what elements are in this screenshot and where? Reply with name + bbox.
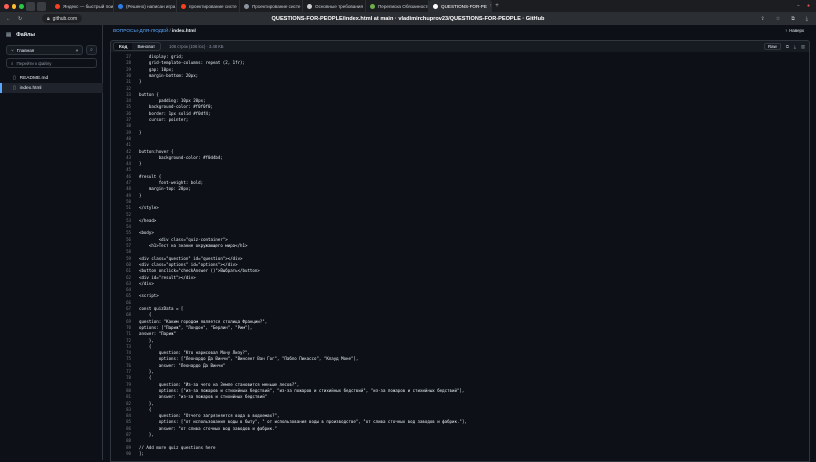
browser-tab-title: (Решено) написан игра [126,3,176,9]
code-line: }, [139,432,154,437]
browser-tab[interactable]: QUESTIONS-FOR-PE× [429,0,492,12]
file-actions: Raw ⧉ ⤓ ▥ [763,43,809,50]
file-info: 106 строк (106 loc) · 3.48 КБ [169,44,224,49]
code-line: ]; [139,450,144,456]
tab-blame[interactable]: Виноват [132,43,160,50]
branch-selector[interactable]: ⑂ Главная ▼ [6,45,83,55]
maximize-window-button[interactable] [19,3,25,9]
file-tree-item[interactable]: ▯ README.md [0,73,103,83]
breadcrumb-repo-link[interactable]: ВОПРОСЫ-ДЛЯ-ЛЮДЕЙ [113,29,169,34]
code-line: } [139,79,142,85]
line-number[interactable]: 90 [111,451,131,457]
code-line: </div> [139,280,154,286]
sidebar-title: Файлы [16,31,36,38]
breadcrumb: ВОПРОСЫ-ДЛЯ-ЛЮДЕЙ/index.html [113,29,196,34]
close-window-button[interactable] [4,3,9,9]
favicon-icon [307,3,312,9]
browser-tab-title: Яндекс — быстрый поиск [63,3,114,9]
file-icon: ▯ [13,75,16,81]
arrow-up-icon: ↑ [785,28,788,33]
breadcrumb-file: index.html [171,29,196,34]
search-icon: ⌕ [11,60,14,66]
code-line: margin-bottom: 20px; [139,72,199,78]
tab-list: Яндекс — быстрый поиск (Решено) написан и… [51,0,492,12]
browser-tab[interactable]: Перепиcка Обязанности [366,0,429,12]
collapse-sidebar-icon[interactable]: ▤ [6,32,11,38]
download-icon[interactable]: ⤓ [794,44,796,49]
go-to-file-placeholder: Перейти к файлу [16,60,52,66]
minimize-window-button[interactable] [11,3,17,9]
symbols-panel-icon[interactable]: ▥ [801,44,805,50]
file-name: README.md [19,75,49,81]
browser-tab-title: проектирование систе [189,3,237,9]
browser-tab-title: QUESTIONS-FOR-PE [441,3,487,9]
file-list: ▯ README.md ▯ index.html [0,73,103,93]
view-switcher: Код Виноват [113,42,162,51]
sidebar-header: ▤ Файлы [0,25,102,44]
browser-tab-title: Основные требования [315,3,363,9]
window-actions: − ● [797,3,816,9]
code-line: </style> [139,205,159,211]
back-to-top-label: Наверх [789,28,805,33]
favicon-icon [55,3,60,9]
branch-icon: ⑂ [11,47,14,53]
code-line: // Add more quiz questions here [139,444,216,450]
code-line: </head> [139,217,157,223]
file-name: index.html [19,85,42,91]
file-header: Код Виноват 106 строк (106 loc) · 3.48 К… [110,40,810,52]
browser-tab[interactable]: Яндекс — быстрый поиск [51,0,114,12]
file-tree-sidebar: ▤ Файлы ⑂ Главная ▼ ⌕ ⌕ Перейти к файлу … [0,25,103,460]
copy-icon[interactable]: ⧉ [786,44,789,49]
code-line: background-color: #f0d4b4; [139,154,223,160]
branch-name: Главная [16,47,35,53]
search-icon[interactable]: ⌕ [86,45,97,55]
favicon-icon [244,3,249,9]
browser-tab-title: Перепиcка Обязанности [378,3,429,9]
sidebar-toggle-icon[interactable] [26,1,35,11]
window-controls [0,3,25,9]
new-tab-button[interactable]: + [492,3,502,9]
back-to-top-button[interactable]: ↑ Наверх [785,28,804,33]
browser-tab-strip: Яндекс — быстрый поиск (Решено) написан и… [0,0,816,12]
code-line: } [139,192,142,198]
code-view[interactable]: 27 display: grid; 28 grid-template-column… [110,52,810,462]
page-title: QUESTIONS-FOR-PEOPLE/index.html at main … [271,15,545,22]
favicon-icon [118,3,123,9]
browser-tab[interactable]: Основные требования [303,0,366,12]
tab-code[interactable]: Код [114,43,133,50]
file-view: ВОПРОСЫ-ДЛЯ-ЛЮДЕЙ/index.html ↑ Наверх Ко… [104,25,816,462]
code-line: answer: "из-за пожаров и стихийных бедст… [139,394,268,400]
code-line: } [139,129,142,135]
raw-button[interactable]: Raw [763,43,781,50]
code-line: answer: "от слива сточных вод заводов и … [139,425,278,431]
browser-tab[interactable]: проектирование систе [177,0,240,12]
code-line: <script> [139,293,159,299]
favicon-icon [370,3,375,9]
browser-tab[interactable]: (Решено) написан игра [114,0,177,12]
code-line: <h1>Тест на знание окружающего мира</h1> [139,243,248,248]
browser-tab[interactable]: Проектирование систе [240,0,303,12]
file-icon: ▯ [13,85,16,91]
chevron-down-icon: ▼ [75,47,79,53]
tab-overview-icon[interactable] [37,1,46,11]
file-tree-item[interactable]: ▯ index.html [0,83,103,93]
code-line: margin-top: 20px; [139,186,191,192]
favicon-icon [433,3,438,9]
go-to-file-input[interactable]: ⌕ Перейти к файлу [6,58,97,68]
code-line: } [139,161,142,167]
notifications-icon[interactable]: ● [807,3,810,9]
minimize-icon[interactable]: − [797,3,800,9]
browser-tab-title: Проектирование систе [252,3,301,9]
code-line: cursor: pointer; [139,117,189,122]
favicon-icon [181,3,186,9]
address-bar: ← ↻ 🔒︎ github.com QUESTIONS-FOR-PEOPLE/i… [0,12,816,25]
